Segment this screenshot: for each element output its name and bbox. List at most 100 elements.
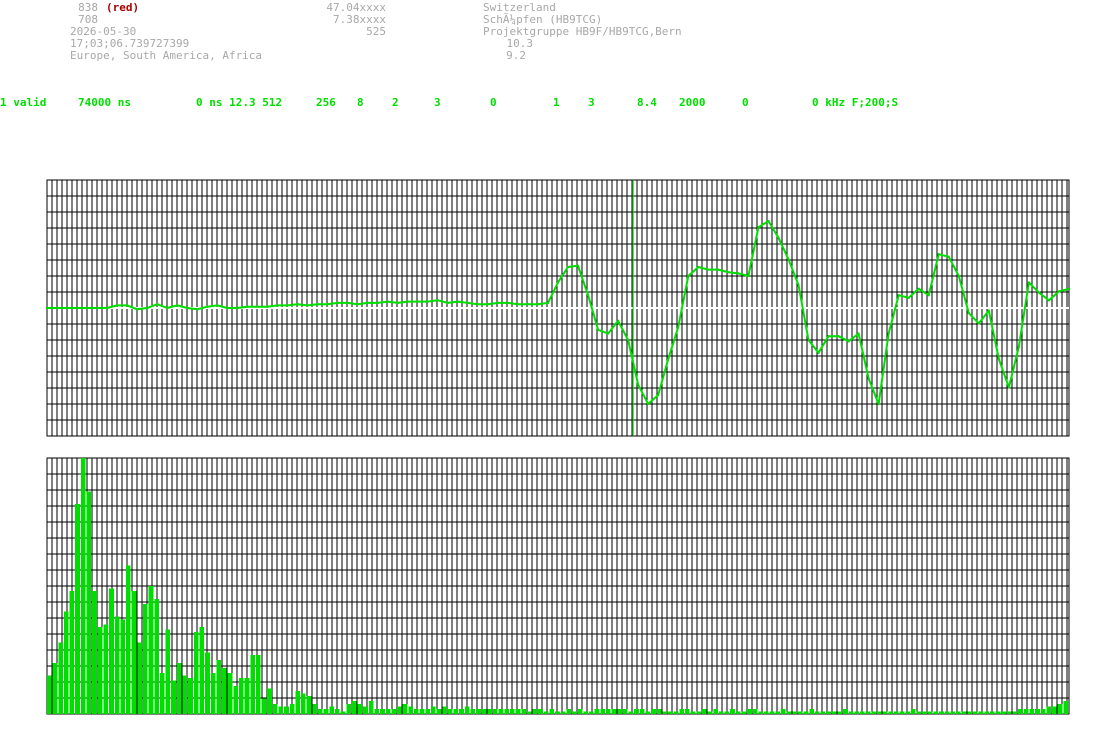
waveform-point (647, 403, 650, 405)
waveform-line (47, 220, 1070, 405)
spectrum-bar (476, 708, 481, 714)
waveform-point (697, 266, 700, 268)
spectrum-bar (323, 708, 329, 714)
spectrum-bar (995, 711, 1001, 714)
waveform-point (486, 303, 489, 306)
spectrum-bar (1023, 708, 1029, 714)
waveform-point (96, 307, 99, 309)
waveform-point (857, 332, 860, 335)
waveform-point (306, 304, 309, 307)
spectrum-bar (148, 586, 154, 714)
spectrum-bar (679, 708, 685, 714)
spectrum-bar (521, 708, 526, 714)
spectrum-bar (419, 708, 425, 714)
spectrum-bar (165, 629, 171, 714)
spectrum-bar (52, 662, 58, 714)
waveform-point (206, 305, 209, 308)
spectrum-bar (877, 711, 882, 714)
spectrum-bar (1040, 708, 1046, 714)
waveform-point (587, 294, 590, 297)
spectrum-bar (380, 708, 385, 714)
spectrum-bar (854, 711, 860, 714)
spectrum-bar (447, 708, 453, 714)
waveform-point (737, 272, 740, 275)
waveform-point (516, 303, 519, 306)
spectrum-bar (605, 708, 611, 714)
waveform-point (1048, 299, 1050, 302)
spectrum-bar (58, 642, 63, 714)
spectrum-bar (645, 711, 651, 714)
spectrum-bar (826, 711, 831, 714)
spectrum-bar (515, 708, 521, 714)
spectrum-bar (351, 701, 357, 714)
spectrum-bar (685, 708, 690, 714)
spectrum-bar (820, 711, 826, 714)
spectrum-bar (939, 711, 944, 714)
spectrum-bar (922, 711, 927, 714)
spectrum-bar (639, 708, 645, 714)
spectrum-bar (724, 711, 730, 714)
spectrum-bar (284, 706, 289, 714)
spectrum-bar (233, 685, 238, 714)
waveform-point (597, 328, 600, 331)
spectrum-bar (222, 667, 227, 714)
spectrum-bar (357, 703, 363, 714)
spectrum-bar (973, 711, 978, 714)
spectrum-bar (493, 708, 498, 714)
waveform-point (777, 236, 780, 239)
waveform-point (396, 301, 399, 304)
waveform-point (847, 340, 850, 343)
waveform-point (627, 339, 630, 341)
waveform-point (276, 304, 279, 307)
spectrum-bar (1029, 708, 1035, 714)
spectrum-bar (278, 706, 284, 714)
waveform-point (617, 319, 620, 322)
spectrum-bar (301, 693, 306, 714)
waveform-point (767, 220, 770, 222)
waveform-point (416, 300, 419, 303)
spectrum-bar (374, 708, 380, 714)
waveform-point (947, 255, 950, 258)
waveform-point (937, 253, 940, 256)
spectrum-bar (188, 678, 193, 714)
waveform-point (246, 305, 249, 308)
spectrum-bar (634, 708, 639, 714)
spectrum-bar (944, 711, 950, 714)
spectrum-bar (769, 711, 775, 714)
spectrum-bar (758, 711, 764, 714)
spectrum-bar (871, 711, 877, 714)
spectrum-bar (255, 655, 261, 714)
waveform-point (1027, 281, 1030, 284)
spectrum-bar (453, 708, 459, 714)
spectrum-bar (142, 603, 148, 714)
spectrum-bar (1018, 708, 1023, 714)
waveform-point (987, 309, 990, 312)
waveform-point (807, 339, 810, 341)
spectrum-bar (504, 708, 510, 714)
waveform-point (376, 301, 379, 304)
spectrum-bar (414, 708, 419, 714)
spectrum-bar (961, 711, 967, 714)
waveform-point (997, 358, 1000, 361)
spectrum-bar (63, 611, 69, 714)
spectrum-bar (340, 711, 346, 714)
spectrum-bar (131, 591, 137, 714)
spectrum-bar (210, 673, 216, 714)
waveform-point (637, 383, 640, 386)
spectrum-bar (227, 673, 233, 714)
waveform-point (787, 258, 790, 261)
spectrum-bar (707, 711, 713, 714)
spectrum-bar (103, 624, 109, 714)
spectrum-bar (803, 711, 809, 714)
spectrum-bar (47, 675, 52, 714)
spectrum-bar (272, 703, 278, 714)
spectrum-bar (594, 708, 600, 714)
spectrum-bar (543, 711, 549, 714)
waveform-point (687, 275, 690, 277)
waveform-point (577, 264, 579, 267)
spectrum-bar (75, 504, 80, 714)
spectrum-bar (752, 708, 758, 714)
waveform-point (166, 307, 169, 309)
spectrum-bar (295, 691, 301, 714)
spectrum-bar (696, 711, 701, 714)
